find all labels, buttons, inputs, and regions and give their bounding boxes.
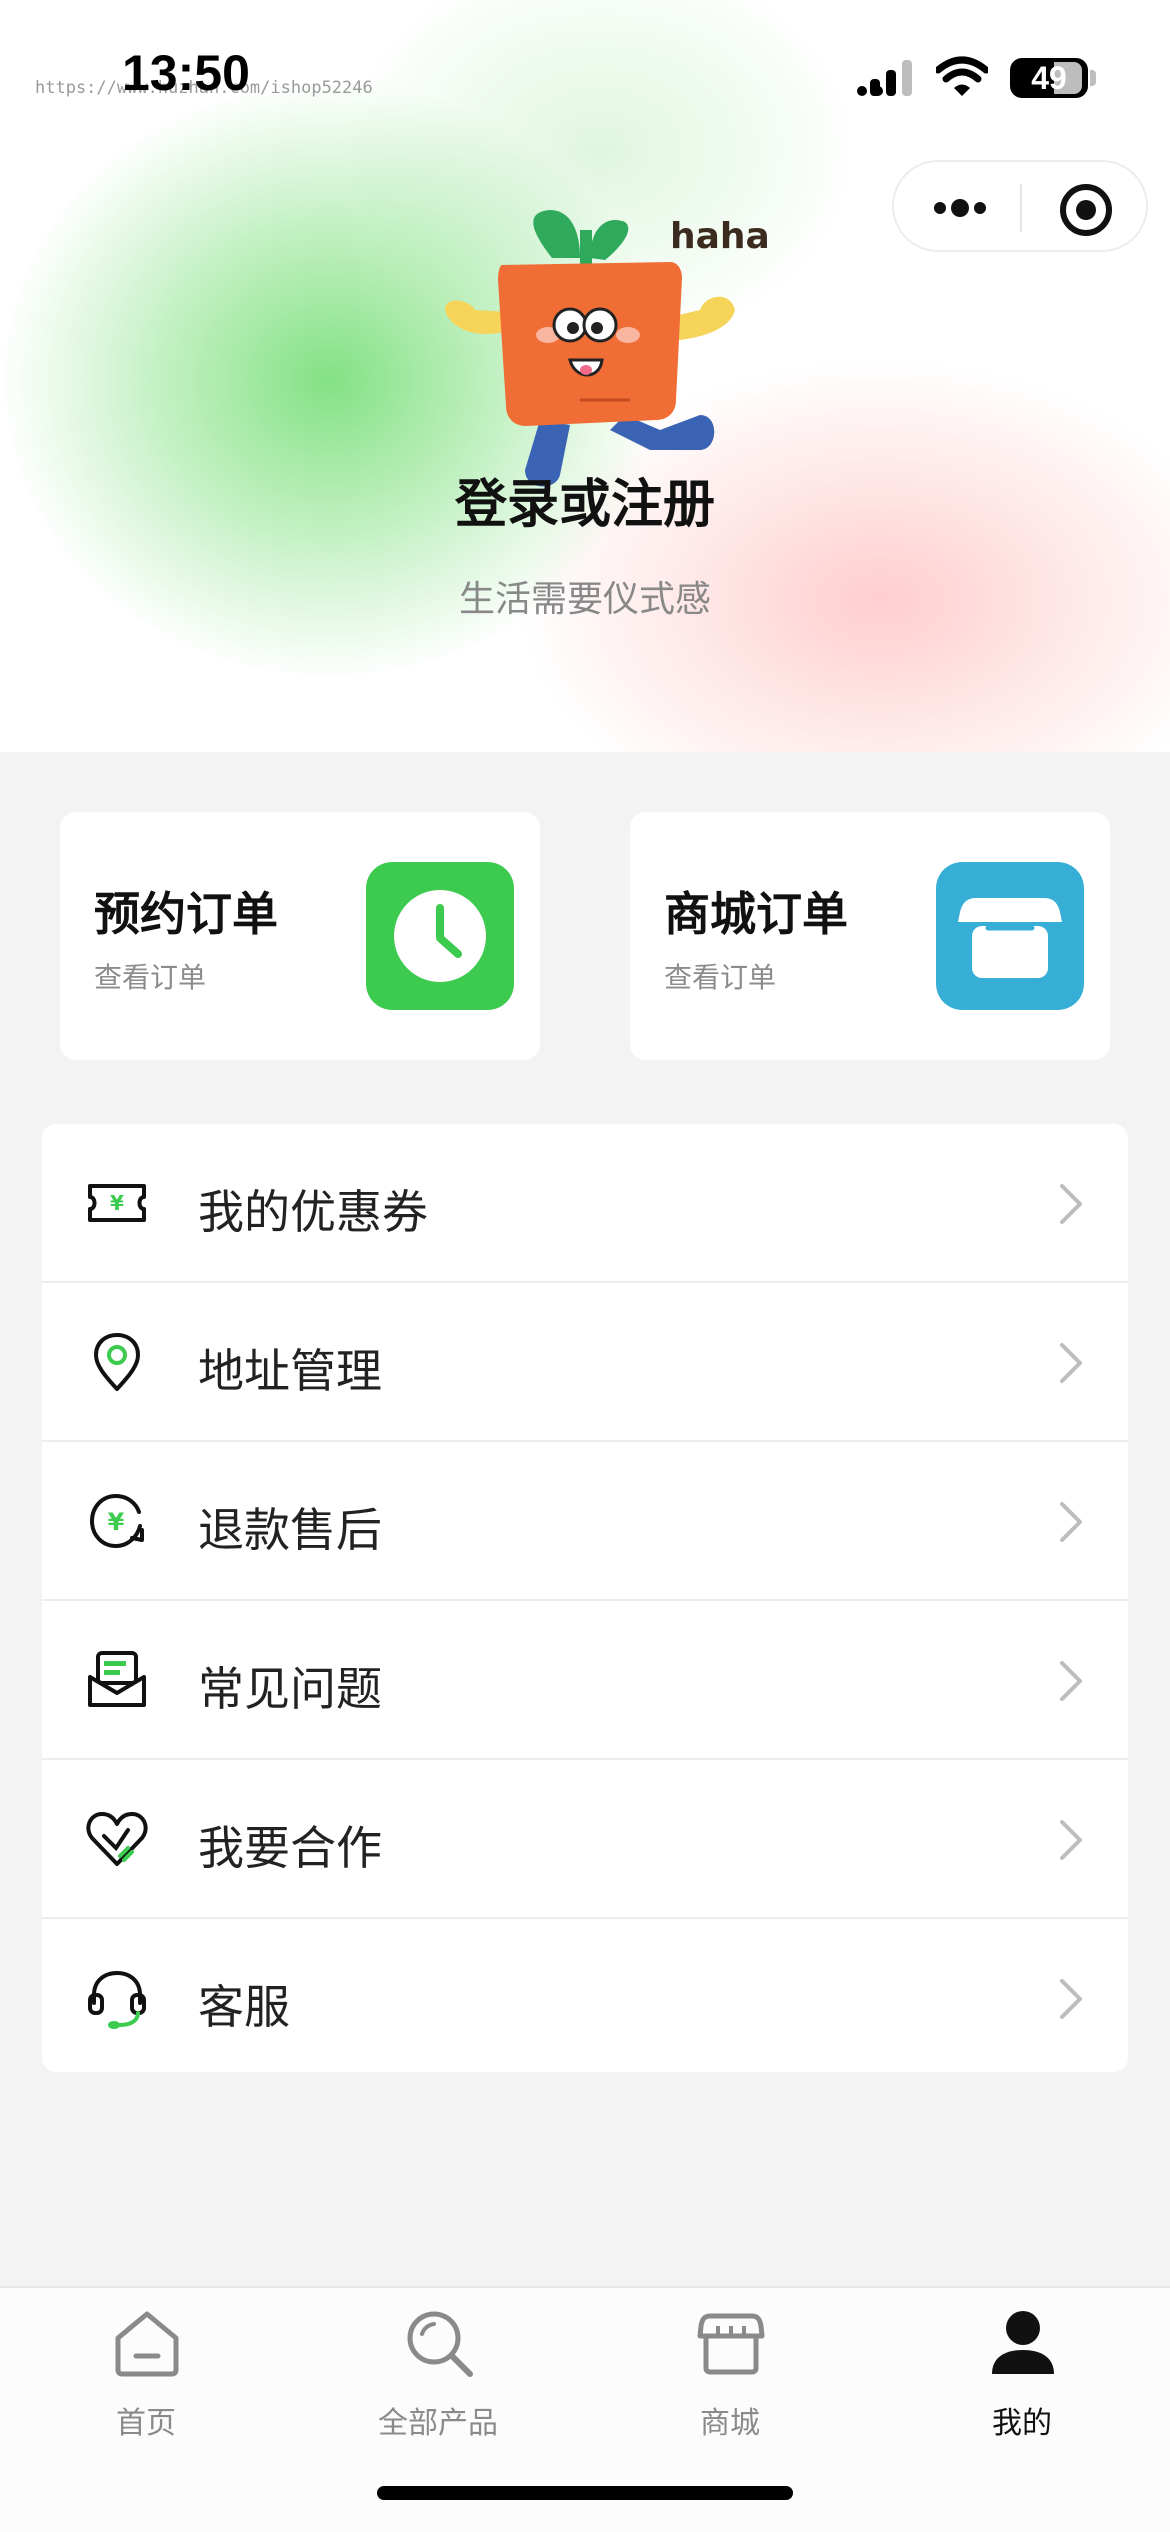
login-register-title[interactable]: 登录或注册 bbox=[0, 462, 1170, 537]
battery-cap bbox=[1090, 70, 1096, 86]
user-icon bbox=[992, 2311, 1054, 2374]
menu-item-refund[interactable]: ¥ 退款售后 bbox=[42, 1442, 1128, 1601]
menu-item-coupons[interactable]: ¥ 我的优惠券 bbox=[42, 1124, 1128, 1283]
refund-icon: ¥ bbox=[89, 1493, 144, 1549]
chevron-right-icon bbox=[1060, 1184, 1082, 1224]
cooperation-icon bbox=[86, 1812, 148, 1866]
store-icon bbox=[697, 2313, 765, 2375]
chevron-right-icon bbox=[1060, 1820, 1082, 1860]
tab-label: 商城 bbox=[700, 2406, 760, 2441]
appointment-orders-card[interactable]: 预约订单 查看订单 bbox=[60, 812, 540, 1060]
svg-text:haha: haha bbox=[670, 216, 770, 257]
menu-item-label: 常见问题 bbox=[198, 1662, 382, 1716]
chevron-right-icon bbox=[1060, 1661, 1082, 1701]
miniprogram-capsule bbox=[892, 160, 1148, 252]
profile-slogan: 生活需要仪式感 bbox=[458, 579, 711, 620]
chevron-right-icon bbox=[1060, 1979, 1082, 2019]
menu-item-label: 我的优惠券 bbox=[198, 1185, 428, 1239]
menu-item-faq[interactable]: 常见问题 bbox=[42, 1601, 1128, 1760]
tab-all-products[interactable]: 全部产品 bbox=[292, 2308, 584, 2448]
profile-header: https://www.huzhan.com/ishop52246 13:50 … bbox=[0, 0, 1170, 752]
order-card-title: 商城订单 bbox=[664, 887, 848, 941]
search-icon bbox=[407, 2311, 473, 2377]
chevron-right-icon bbox=[1060, 1343, 1082, 1383]
order-card-title: 预约订单 bbox=[94, 887, 278, 941]
close-miniprogram-icon[interactable] bbox=[1058, 182, 1114, 238]
settings-menu: ¥ 我的优惠券 地址管理 ¥ 退款售后 常见问题 我要合作 客服 bbox=[42, 1124, 1128, 2072]
menu-item-label: 我要合作 bbox=[198, 1821, 382, 1875]
home-icon bbox=[115, 2311, 179, 2377]
order-card-subtitle: 查看订单 bbox=[94, 961, 207, 994]
status-bar: https://www.huzhan.com/ishop52246 13:50 … bbox=[0, 0, 1170, 150]
chevron-right-icon bbox=[1060, 1502, 1082, 1542]
cellular-signal-icon bbox=[857, 60, 912, 96]
tab-label: 我的 bbox=[992, 2406, 1052, 2441]
svg-text:¥: ¥ bbox=[108, 1508, 125, 1536]
coupon-icon: ¥ bbox=[88, 1184, 146, 1222]
battery-indicator: 49 bbox=[1010, 58, 1088, 98]
menu-item-label: 客服 bbox=[198, 1980, 290, 2034]
mascot-avatar[interactable]: haha bbox=[430, 200, 800, 500]
store-icon bbox=[936, 862, 1084, 1010]
tab-home[interactable]: 首页 bbox=[0, 2308, 292, 2448]
tab-label: 全部产品 bbox=[378, 2406, 498, 2441]
tab-profile[interactable]: 我的 bbox=[876, 2308, 1168, 2448]
menu-item-label: 退款售后 bbox=[198, 1503, 382, 1557]
tab-label: 首页 bbox=[116, 2406, 176, 2441]
tab-shop[interactable]: 商城 bbox=[584, 2308, 876, 2448]
menu-item-address[interactable]: 地址管理 bbox=[42, 1283, 1128, 1442]
menu-item-customer-service[interactable]: 客服 bbox=[42, 1919, 1128, 2072]
order-card-subtitle: 查看订单 bbox=[664, 961, 777, 994]
shop-orders-card[interactable]: 商城订单 查看订单 bbox=[630, 812, 1110, 1060]
status-time: 13:50 bbox=[122, 45, 250, 101]
svg-text:¥: ¥ bbox=[110, 1191, 124, 1215]
menu-item-label: 地址管理 bbox=[198, 1344, 382, 1398]
wifi-icon bbox=[936, 56, 988, 96]
more-options-icon[interactable] bbox=[928, 186, 992, 230]
clock-icon bbox=[366, 862, 514, 1010]
menu-item-cooperation[interactable]: 我要合作 bbox=[42, 1760, 1128, 1919]
headset-icon bbox=[88, 1970, 146, 2029]
location-icon bbox=[94, 1333, 140, 1391]
faq-icon bbox=[88, 1651, 146, 1707]
home-indicator[interactable] bbox=[377, 2486, 793, 2500]
